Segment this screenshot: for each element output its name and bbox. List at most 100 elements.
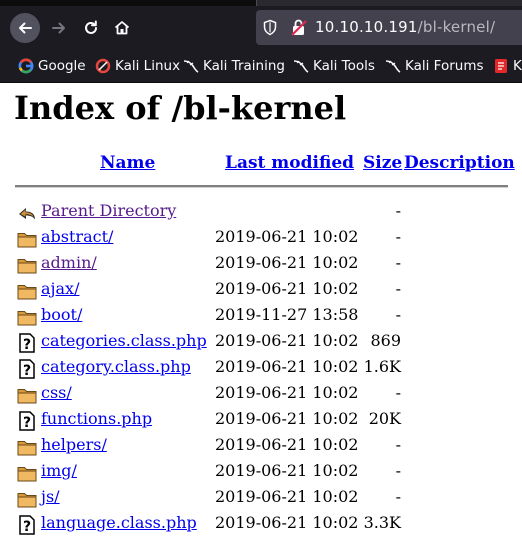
- list-item: ? category.class.php 2019-06-21 10:02 1.6K: [0, 355, 522, 381]
- insecure-lock-icon[interactable]: [290, 18, 308, 37]
- bookmark-label: Kali Tools: [313, 58, 375, 74]
- list-item: img/2019-06-21 10:02 -: [0, 459, 522, 485]
- list-item: ? functions.php 2019-06-21 10:02 20K: [0, 407, 522, 433]
- folder-icon: [17, 385, 37, 405]
- bookmark-label: Google: [38, 58, 86, 74]
- folder-icon: [17, 463, 37, 483]
- last-modified: 2019-06-21 10:02: [215, 409, 359, 428]
- reload-icon: [85, 20, 97, 34]
- bookmark-label: K: [513, 58, 522, 74]
- unknown-file-icon: ?: [17, 359, 37, 379]
- bookmarks-toolbar: Google Kali Linux Kali Training Kali Too…: [0, 50, 522, 83]
- list-item: css/2019-06-21 10:02 -: [0, 381, 522, 407]
- entry-link[interactable]: boot/: [41, 305, 82, 324]
- sort-by-description-link[interactable]: Description: [404, 153, 515, 173]
- folder-icon: [17, 489, 37, 509]
- sort-by-size-link[interactable]: Size: [363, 153, 402, 173]
- file-size: -: [395, 435, 401, 454]
- folder-icon: [17, 229, 37, 249]
- list-item: ajax/2019-06-21 10:02 -: [0, 277, 522, 303]
- entry-link[interactable]: helpers/: [41, 435, 107, 454]
- list-item: Parent Directory -: [0, 199, 522, 225]
- entry-link[interactable]: functions.php: [41, 409, 152, 428]
- bookmark-google[interactable]: Google: [18, 56, 86, 76]
- entry-link[interactable]: css/: [41, 383, 72, 402]
- svg-text:?: ?: [23, 415, 31, 431]
- google-icon: [18, 58, 34, 74]
- last-modified: 2019-06-21 10:02: [215, 279, 359, 298]
- last-modified: 2019-06-21 10:02: [215, 513, 359, 532]
- svg-text:?: ?: [23, 363, 31, 379]
- entry-link[interactable]: category.class.php: [41, 357, 191, 376]
- bookmark-kali-docs[interactable]: K: [493, 56, 522, 76]
- list-item: js/2019-06-21 10:02 -: [0, 485, 522, 511]
- last-modified: 2019-06-21 10:02: [215, 461, 359, 480]
- kali-dragon-icon: [183, 58, 199, 74]
- bookmark-kali-training[interactable]: Kali Training: [183, 56, 285, 76]
- list-item: abstract/2019-06-21 10:02 -: [0, 225, 522, 251]
- page-title: Index of /bl-kernel: [14, 89, 347, 127]
- last-modified: 2019-06-21 10:02: [215, 253, 359, 272]
- unknown-file-icon: ?: [17, 515, 37, 535]
- last-modified: 2019-06-21 10:02: [215, 357, 359, 376]
- folder-icon: [17, 255, 37, 275]
- file-size: 20K: [368, 409, 401, 428]
- address-bar[interactable]: 10.10.10.191/bl-kernel/: [256, 10, 522, 45]
- file-size: -: [395, 487, 401, 506]
- bookmark-kali-forums[interactable]: Kali Forums: [385, 56, 484, 76]
- bookmark-kali-tools[interactable]: Kali Tools: [293, 56, 375, 76]
- list-item: helpers/2019-06-21 10:02 -: [0, 433, 522, 459]
- entry-link[interactable]: categories.class.php: [41, 331, 207, 350]
- bookmark-label: Kali Linux: [115, 58, 181, 74]
- sort-by-name-link[interactable]: Name: [100, 153, 155, 173]
- file-size: 1.6K: [363, 357, 401, 376]
- file-size: -: [395, 253, 401, 272]
- folder-icon: [17, 307, 37, 327]
- file-size: -: [395, 305, 401, 324]
- svg-text:?: ?: [23, 337, 31, 353]
- file-size: -: [395, 201, 401, 220]
- kali-linux-icon: [95, 58, 111, 74]
- entry-link[interactable]: img/: [41, 461, 77, 480]
- forward-arrow-icon: [52, 22, 65, 34]
- entry-link[interactable]: language.class.php: [41, 513, 197, 532]
- home-icon: [114, 21, 130, 35]
- entry-link[interactable]: abstract/: [41, 227, 113, 246]
- folder-icon: [17, 437, 37, 457]
- list-item: ? language.class.php 2019-06-21 10:02 3.3K: [0, 511, 522, 537]
- last-modified: 2019-06-21 10:02: [215, 487, 359, 506]
- entry-link[interactable]: js/: [41, 487, 60, 506]
- header-divider: [15, 185, 508, 188]
- file-size: -: [395, 383, 401, 402]
- bookmark-kali-linux[interactable]: Kali Linux: [95, 56, 180, 76]
- url-text: 10.10.10.191/bl-kernel/: [315, 18, 496, 36]
- back-button[interactable]: [10, 13, 40, 43]
- last-modified: 2019-06-21 10:02: [215, 331, 359, 350]
- document-icon: [493, 58, 509, 74]
- last-modified: 2019-06-21 10:02: [215, 227, 359, 246]
- bookmark-label: Kali Training: [203, 58, 285, 74]
- file-size: -: [395, 227, 401, 246]
- bookmark-label: Kali Forums: [405, 58, 484, 74]
- file-size: -: [395, 279, 401, 298]
- unknown-file-icon: ?: [17, 411, 37, 431]
- last-modified: 2019-06-21 10:02: [215, 435, 359, 454]
- list-item: boot/2019-11-27 13:58 -: [0, 303, 522, 329]
- reload-button[interactable]: [76, 13, 106, 43]
- file-size: 869: [370, 331, 401, 350]
- shield-icon[interactable]: [262, 19, 278, 36]
- kali-dragon-icon: [293, 58, 309, 74]
- file-size: -: [395, 461, 401, 480]
- entry-link[interactable]: admin/: [41, 253, 97, 272]
- kali-dragon-icon: [385, 58, 401, 74]
- back-icon: [17, 203, 37, 223]
- folder-icon: [17, 281, 37, 301]
- page-content: Index of /bl-kernel Name Last modified S…: [0, 83, 522, 541]
- list-item: ? categories.class.php 2019-06-21 10:02 869: [0, 329, 522, 355]
- sort-by-last-modified-link[interactable]: Last modified: [225, 153, 354, 173]
- home-button[interactable]: [107, 13, 137, 43]
- forward-button[interactable]: [44, 13, 74, 43]
- list-item: admin/2019-06-21 10:02 -: [0, 251, 522, 277]
- entry-link[interactable]: Parent Directory: [41, 201, 176, 220]
- entry-link[interactable]: ajax/: [41, 279, 79, 298]
